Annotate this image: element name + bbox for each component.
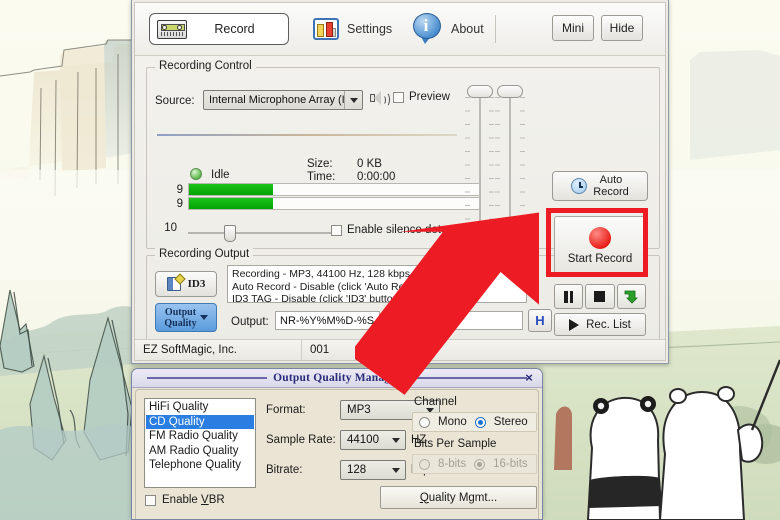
id3-tag-icon xyxy=(166,273,186,291)
output-quality-line1: Output xyxy=(164,306,197,318)
stop-icon xyxy=(594,291,606,302)
bitrate-row: Bitrate: 128 kbps xyxy=(266,460,435,480)
enable-vbr-checkbox[interactable] xyxy=(145,494,156,506)
output-name-label: Output: xyxy=(231,316,269,328)
preview-label: Preview xyxy=(409,91,450,103)
auto-record-line1: Auto xyxy=(599,174,623,186)
left-channel-value: 9 xyxy=(176,184,183,196)
settings-icon xyxy=(313,18,339,40)
vbr-label-post: BR xyxy=(208,494,225,506)
preview-checkbox[interactable] xyxy=(393,91,404,103)
clock-icon xyxy=(571,178,588,194)
tab-settings[interactable]: Settings xyxy=(307,13,398,45)
bitrate-select[interactable]: 128 xyxy=(340,460,406,480)
recording-output-title: Recording Output xyxy=(155,248,254,260)
size-label: Size: xyxy=(307,158,333,170)
chevron-down-icon xyxy=(199,315,208,320)
size-value: 0 KB xyxy=(357,158,382,170)
bits-16-label: 16-bits xyxy=(493,458,528,470)
bitrate-label: Bitrate: xyxy=(266,464,303,476)
toolbar-divider xyxy=(495,15,496,43)
list-item[interactable]: CD Quality xyxy=(146,414,254,429)
list-item[interactable]: Telephone Quality xyxy=(146,458,254,473)
tab-record-label: Record xyxy=(214,22,255,36)
status-company: EZ SoftMagic, Inc. xyxy=(135,340,302,360)
output-quality-button[interactable]: Output Quality xyxy=(155,303,217,332)
auto-record-label: Auto Record xyxy=(593,174,628,198)
quality-preset-list[interactable]: HiFi Quality CD Quality FM Radio Quality… xyxy=(144,398,256,488)
right-channel-value: 9 xyxy=(176,198,183,210)
preview-checkbox-wrap[interactable]: Preview xyxy=(393,91,450,103)
bits-per-sample-label: Bits Per Sample xyxy=(414,438,497,450)
bits-8-label: 8-bits xyxy=(438,458,467,470)
cassette-icon xyxy=(157,19,187,39)
source-select[interactable]: Internal Microphone Array (I xyxy=(203,90,363,110)
chevron-down-icon xyxy=(387,467,405,473)
vbr-label-key: V xyxy=(201,494,209,506)
slider-knob[interactable] xyxy=(224,225,236,242)
bits-per-sample-radio-group: 8-bits 16-bits xyxy=(412,454,537,474)
bits-8-radio xyxy=(419,458,430,470)
loop-arrow-icon xyxy=(624,290,639,304)
output-quality-button-label: Output Quality xyxy=(164,307,196,329)
status-led xyxy=(190,168,202,180)
silence-threshold-slider[interactable] xyxy=(188,225,338,242)
silence-detection-checkbox[interactable] xyxy=(331,224,342,236)
sample-rate-label: Sample Rate: xyxy=(266,434,336,446)
left-volume-fader-knob[interactable] xyxy=(467,85,493,98)
info-icon: i xyxy=(411,13,443,45)
recording-control-title: Recording Control xyxy=(155,60,256,72)
annotation-arrow xyxy=(348,205,585,425)
speaker-icon[interactable] xyxy=(369,89,390,109)
bits-16-radio xyxy=(474,458,486,470)
list-item[interactable]: FM Radio Quality xyxy=(146,429,254,444)
enable-vbr-label: Enable VBR xyxy=(162,494,225,506)
format-label: Format: xyxy=(266,404,306,416)
main-toolbar: Record Settings i About Mini Hide xyxy=(135,3,665,56)
mini-button[interactable]: Mini xyxy=(552,15,594,41)
decorative-divider xyxy=(157,134,457,136)
tab-about-label: About xyxy=(451,22,484,36)
screenshot-root: Record Settings i About Mini Hide Record… xyxy=(0,0,780,520)
auto-record-button[interactable]: Auto Record xyxy=(552,171,648,201)
gain-value: 10 xyxy=(164,222,177,234)
bitrate-value: 128 xyxy=(347,464,367,476)
chevron-down-icon xyxy=(344,91,362,109)
hide-button[interactable]: Hide xyxy=(601,15,643,41)
tab-record[interactable]: Record xyxy=(149,13,289,45)
vbr-label-pre: Enable xyxy=(162,494,202,506)
loop-button[interactable] xyxy=(616,284,646,309)
enable-vbr-wrap[interactable]: Enable VBR xyxy=(145,494,225,506)
time-value: 0:00:00 xyxy=(357,171,396,183)
list-item[interactable]: HiFi Quality xyxy=(146,400,254,415)
right-volume-fader-knob[interactable] xyxy=(497,85,523,98)
time-label: Time: xyxy=(307,171,336,183)
rec-list-label: Rec. List xyxy=(586,318,631,331)
stop-button[interactable] xyxy=(585,284,615,309)
quality-mgmt-key: Q xyxy=(419,491,429,504)
left-level-meter xyxy=(188,183,481,196)
chevron-down-icon xyxy=(387,437,405,443)
auto-record-line2: Record xyxy=(593,186,629,198)
id3-button-label: ID3 xyxy=(187,278,206,290)
id3-button[interactable]: ID3 xyxy=(155,271,217,297)
status-text: Idle xyxy=(211,169,230,181)
list-item[interactable]: AM Radio Quality xyxy=(146,444,254,459)
sample-rate-value: 44100 xyxy=(347,434,379,446)
tab-about[interactable]: i About xyxy=(405,13,490,45)
source-select-value: Internal Microphone Array (I xyxy=(209,94,344,106)
output-quality-line2: Quality xyxy=(164,317,197,329)
quality-mgmt-button[interactable]: Quality Mgmt... xyxy=(380,486,537,509)
tab-settings-label: Settings xyxy=(347,22,393,36)
source-label: Source: xyxy=(155,95,195,107)
quality-mgmt-post: uality Mgmt... xyxy=(428,491,498,504)
sample-rate-select[interactable]: 44100 xyxy=(340,430,406,450)
sample-rate-row: Sample Rate: 44100 HZ xyxy=(266,430,426,450)
